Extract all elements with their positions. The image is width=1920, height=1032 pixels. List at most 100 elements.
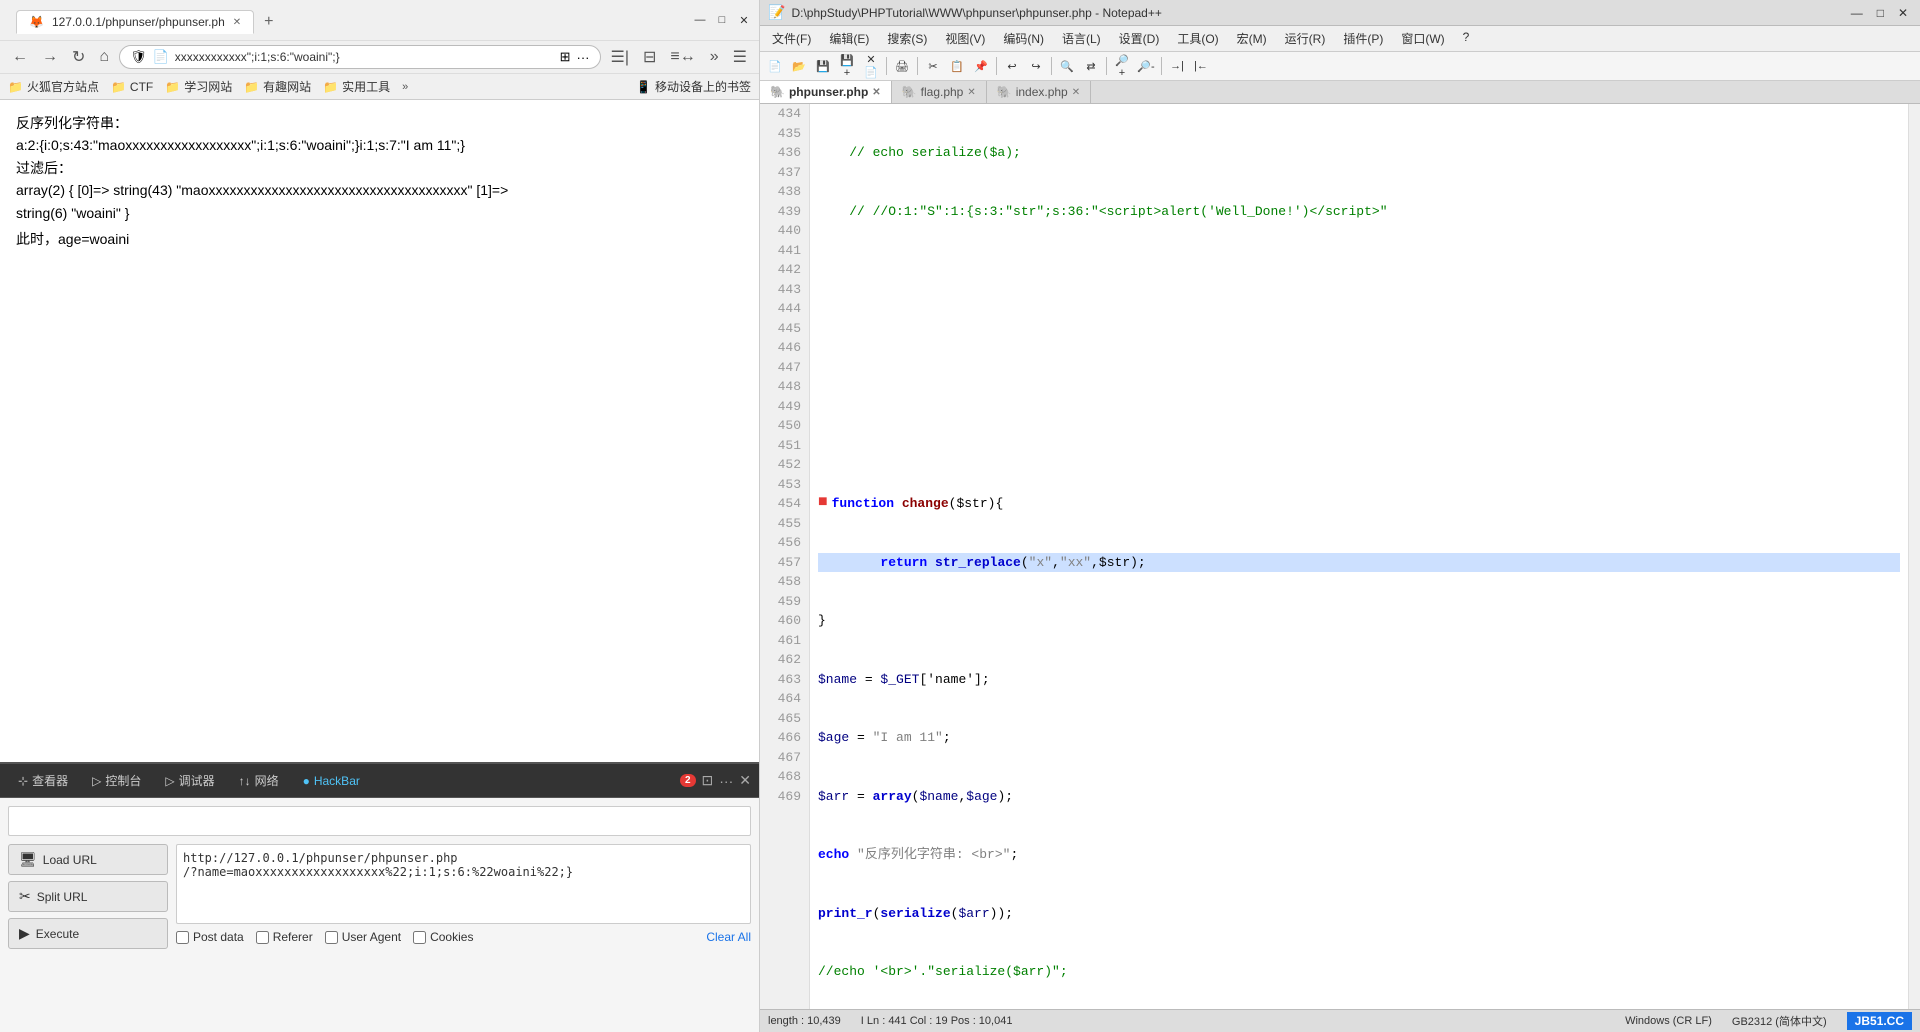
forward-button[interactable]: → bbox=[38, 46, 62, 68]
notepad-maximize-button[interactable]: □ bbox=[1873, 6, 1888, 20]
tab-close-icon[interactable]: ✕ bbox=[967, 87, 975, 98]
toolbar-cut[interactable]: ✂ bbox=[922, 55, 944, 77]
tab-list-button[interactable]: ≡↔ bbox=[666, 46, 699, 68]
tab-close-icon[interactable]: ✕ bbox=[872, 87, 880, 98]
url-bar[interactable]: 🛡 📄 xxxxxxxxxxxx";i:1;s:6:"woaini";} ⊞ ·… bbox=[119, 45, 600, 69]
menu-file[interactable]: 文件(F) bbox=[764, 28, 819, 49]
devtools-tab-network[interactable]: ↑↓ 网络 bbox=[229, 768, 289, 793]
devtools-tab-hackbar[interactable]: ● HackBar bbox=[293, 770, 370, 792]
bookmark-tools[interactable]: 📁 实用工具 bbox=[323, 78, 390, 95]
toolbar-new[interactable]: 📄 bbox=[764, 55, 786, 77]
toolbar-print[interactable]: 🖨 bbox=[891, 55, 913, 77]
toolbar-zoom-in[interactable]: 🔎+ bbox=[1111, 55, 1133, 77]
devtools-dock-button[interactable]: ⊡ bbox=[702, 772, 714, 789]
tab-close-icon[interactable]: ✕ bbox=[1072, 87, 1080, 98]
referer-checkbox[interactable] bbox=[256, 931, 269, 944]
sidebar-expand-button[interactable]: » bbox=[706, 46, 723, 68]
reload-button[interactable]: ↻ bbox=[68, 45, 89, 69]
menu-plugins[interactable]: 插件(P) bbox=[1335, 28, 1391, 49]
clear-all-button[interactable]: Clear All bbox=[706, 930, 751, 944]
tab-grid-button[interactable]: ⊟ bbox=[639, 45, 660, 69]
devtools-tab-inspector[interactable]: ⊹ 查看器 bbox=[8, 768, 78, 793]
hackbar-dot-icon: ● bbox=[303, 774, 310, 788]
bookmark-mobile[interactable]: 📱 移动设备上的书签 bbox=[636, 78, 751, 95]
toolbar-save[interactable]: 💾 bbox=[812, 55, 834, 77]
hackbar-top-input[interactable] bbox=[8, 806, 751, 836]
menu-edit[interactable]: 编辑(E) bbox=[821, 28, 877, 49]
new-tab-button[interactable]: + bbox=[258, 11, 279, 33]
code-line-440: ■ function change($str){ bbox=[818, 494, 1900, 514]
toolbar-redo[interactable]: ↪ bbox=[1025, 55, 1047, 77]
menu-run[interactable]: 运行(R) bbox=[1277, 28, 1334, 49]
hackbar-url-input[interactable]: http://127.0.0.1/phpunser/phpunser.php /… bbox=[176, 844, 751, 924]
toolbar-close[interactable]: ✕📄 bbox=[860, 55, 882, 77]
referer-option[interactable]: Referer bbox=[256, 930, 313, 944]
minimize-button[interactable]: — bbox=[693, 13, 707, 27]
menu-tools[interactable]: 工具(O) bbox=[1169, 28, 1226, 49]
back-button[interactable]: ← bbox=[8, 46, 32, 68]
cookies-checkbox[interactable] bbox=[413, 931, 426, 944]
tab-close-icon[interactable]: ✕ bbox=[233, 17, 241, 28]
menu-help[interactable]: ? bbox=[1455, 28, 1478, 49]
notepad-close-button[interactable]: ✕ bbox=[1894, 6, 1912, 20]
toolbar-find[interactable]: 🔍 bbox=[1056, 55, 1078, 77]
file-tab-index[interactable]: 🐘 index.php ✕ bbox=[987, 81, 1091, 103]
line-num: 457 bbox=[768, 553, 801, 573]
home-button[interactable]: ⌂ bbox=[95, 46, 113, 68]
code-line-447: print_r(serialize($arr)); bbox=[818, 904, 1900, 924]
menu-language[interactable]: 语言(L) bbox=[1054, 28, 1109, 49]
file-tab-flag[interactable]: 🐘 flag.php ✕ bbox=[892, 81, 987, 103]
toolbar-paste[interactable]: 📌 bbox=[970, 55, 992, 77]
file-tab-phpunser[interactable]: 🐘 phpunser.php ✕ bbox=[760, 81, 892, 103]
tab-label: 控制台 bbox=[105, 772, 141, 789]
collections-button[interactable]: ☰| bbox=[607, 45, 634, 69]
qr-icon[interactable]: ⊞ bbox=[560, 49, 571, 65]
toolbar-indent[interactable]: →| bbox=[1166, 55, 1188, 77]
breakpoint-indicator: ■ bbox=[818, 494, 828, 510]
devtools-tab-console[interactable]: ▷ 控制台 bbox=[82, 768, 151, 793]
execute-button[interactable]: ▶ Execute bbox=[8, 918, 168, 949]
menu-view[interactable]: 视图(V) bbox=[937, 28, 993, 49]
notepad-minimize-button[interactable]: — bbox=[1847, 6, 1867, 20]
post-data-option[interactable]: Post data bbox=[176, 930, 244, 944]
menu-settings[interactable]: 设置(D) bbox=[1111, 28, 1168, 49]
toolbar-open[interactable]: 📂 bbox=[788, 55, 810, 77]
post-data-checkbox[interactable] bbox=[176, 931, 189, 944]
menu-encoding[interactable]: 编码(N) bbox=[995, 28, 1052, 49]
toolbar-replace[interactable]: ⇄ bbox=[1080, 55, 1102, 77]
tab-label: HackBar bbox=[314, 774, 360, 788]
bookmarks-expand-button[interactable]: » bbox=[402, 81, 408, 93]
bookmark-ctf[interactable]: 📁 CTF bbox=[111, 80, 153, 94]
split-url-button[interactable]: ✂ Split URL bbox=[8, 881, 168, 912]
menu-window[interactable]: 窗口(W) bbox=[1393, 28, 1452, 49]
menu-button[interactable]: ☰ bbox=[729, 45, 751, 69]
devtools-close-button[interactable]: ✕ bbox=[739, 772, 751, 789]
referer-label: Referer bbox=[273, 930, 313, 944]
toolbar-save-all[interactable]: 💾+ bbox=[836, 55, 858, 77]
bookmark-official[interactable]: 📁 火狐官方站点 bbox=[8, 78, 99, 95]
load-url-button[interactable]: 🖥 Load URL bbox=[8, 844, 168, 875]
toolbar-copy[interactable]: 📋 bbox=[946, 55, 968, 77]
more-options-icon[interactable]: ··· bbox=[577, 50, 590, 65]
cookies-option[interactable]: Cookies bbox=[413, 930, 473, 944]
bookmark-fun[interactable]: 📁 有趣网站 bbox=[244, 78, 311, 95]
line-num: 454 bbox=[768, 494, 801, 514]
maximize-button[interactable]: □ bbox=[715, 13, 729, 27]
toolbar-undo[interactable]: ↩ bbox=[1001, 55, 1023, 77]
user-agent-option[interactable]: User Agent bbox=[325, 930, 401, 944]
status-line-endings: Windows (CR LF) bbox=[1625, 1015, 1712, 1027]
toolbar-unindent[interactable]: |← bbox=[1190, 55, 1212, 77]
bookmark-study[interactable]: 📁 学习网站 bbox=[165, 78, 232, 95]
vertical-scrollbar[interactable] bbox=[1908, 104, 1920, 1009]
menu-macro[interactable]: 宏(M) bbox=[1229, 28, 1275, 49]
close-button[interactable]: ✕ bbox=[737, 13, 751, 27]
user-agent-checkbox[interactable] bbox=[325, 931, 338, 944]
browser-tab-active[interactable]: 🦊 127.0.0.1/phpunser/phpunser.ph ✕ bbox=[16, 10, 254, 34]
menu-search[interactable]: 搜索(S) bbox=[879, 28, 935, 49]
devtools-tab-debugger[interactable]: ▷ 调试器 bbox=[155, 768, 224, 793]
line-num: 467 bbox=[768, 748, 801, 768]
code-content[interactable]: // echo serialize($a); // //O:1:"S":1:{s… bbox=[810, 104, 1908, 1009]
notepad-menu-bar: 文件(F) 编辑(E) 搜索(S) 视图(V) 编码(N) 语言(L) 设置(D… bbox=[760, 26, 1920, 52]
toolbar-zoom-out[interactable]: 🔎- bbox=[1135, 55, 1157, 77]
devtools-more-button[interactable]: ··· bbox=[719, 773, 733, 789]
